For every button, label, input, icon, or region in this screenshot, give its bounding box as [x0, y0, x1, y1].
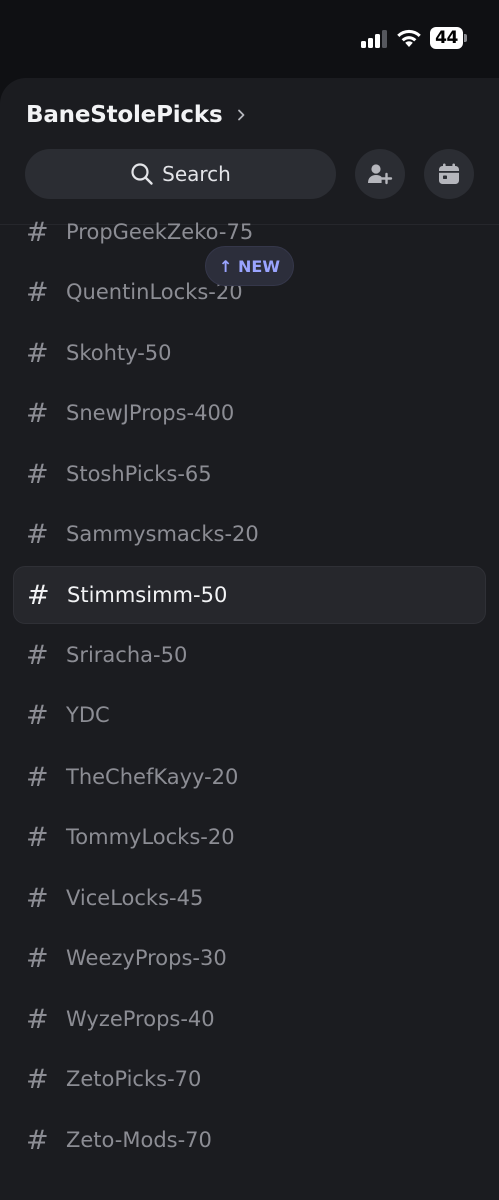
hashtag-icon: # — [26, 458, 49, 490]
channel-name: ViceLocks-45 — [66, 886, 204, 910]
channel-item[interactable]: # SnewJProps-400 — [13, 384, 486, 442]
channel-name: Sammysmacks-20 — [66, 522, 259, 546]
channel-name: TommyLocks-20 — [66, 825, 235, 849]
calendar-icon — [439, 163, 459, 184]
new-pill-label: ↑ NEW — [219, 256, 280, 276]
channel-item[interactable]: # Sammysmacks-20 — [13, 505, 486, 563]
channel-name: WyzeProps-40 — [66, 1007, 215, 1031]
channel-panel: BaneStolePicks Search # PropGeekZeko-75 … — [0, 78, 499, 1200]
hashtag-icon: # — [26, 942, 49, 974]
hashtag-icon: # — [26, 1124, 49, 1156]
channel-item[interactable]: # StoshPicks-65 — [13, 445, 486, 503]
channel-item[interactable]: # WeezyProps-30 — [13, 929, 486, 987]
hashtag-icon: # — [26, 699, 49, 731]
add-member-icon — [368, 164, 393, 185]
channel-item[interactable]: # WyzeProps-40 — [13, 990, 486, 1048]
hashtag-icon: # — [26, 397, 49, 429]
search-icon — [131, 163, 153, 185]
channel-item[interactable]: # ViceLocks-45 — [13, 869, 486, 927]
channel-item-selected[interactable]: # Stimmsimm-50 — [13, 566, 486, 624]
status-bar: 44 — [0, 0, 499, 78]
hashtag-icon: # — [26, 1003, 49, 1035]
channel-name: WeezyProps-30 — [66, 946, 227, 970]
channel-name: StoshPicks-65 — [66, 462, 212, 486]
channel-name: Skohty-50 — [66, 341, 172, 365]
hashtag-icon: # — [26, 639, 49, 671]
hashtag-icon: # — [26, 882, 49, 914]
server-header[interactable]: BaneStolePicks — [26, 102, 246, 128]
invite-members-button[interactable] — [355, 149, 405, 199]
chevron-right-icon — [238, 109, 245, 121]
channel-item[interactable]: # TommyLocks-20 — [13, 808, 486, 866]
channel-name: TheChefKayy-20 — [66, 765, 239, 789]
battery-level: 44 — [430, 27, 463, 49]
cellular-signal-icon — [361, 30, 387, 48]
battery-icon: 44 — [430, 27, 468, 49]
server-name: BaneStolePicks — [26, 102, 223, 128]
channel-name: Stimmsimm-50 — [67, 583, 228, 607]
wifi-icon — [397, 29, 421, 47]
search-label: Search — [162, 162, 231, 186]
search-button[interactable]: Search — [25, 149, 336, 199]
hashtag-icon: # — [26, 276, 49, 308]
channel-item[interactable]: # Skohty-50 — [13, 324, 486, 382]
hashtag-icon: # — [26, 821, 49, 853]
hashtag-icon: # — [27, 579, 50, 611]
new-messages-pill[interactable]: ↑ NEW — [205, 246, 294, 286]
hashtag-icon: # — [26, 761, 49, 793]
channel-item[interactable]: # Sriracha-50 — [13, 626, 486, 684]
channel-name: ZetoPicks-70 — [66, 1067, 202, 1091]
channel-item[interactable]: # ZetoPicks-70 — [13, 1050, 486, 1108]
events-button[interactable] — [424, 149, 474, 199]
channel-name: YDC — [66, 703, 110, 727]
channel-name: Sriracha-50 — [66, 643, 188, 667]
channel-item[interactable]: # TheChefKayy-20 — [13, 748, 486, 806]
channel-item[interactable]: # YDC — [13, 686, 486, 744]
channel-name: PropGeekZeko-75 — [66, 220, 254, 244]
hashtag-icon: # — [26, 518, 49, 550]
hashtag-icon: # — [26, 337, 49, 369]
channel-name: Zeto-Mods-70 — [66, 1128, 212, 1152]
channel-item[interactable]: # Zeto-Mods-70 — [13, 1111, 486, 1169]
hashtag-icon: # — [26, 216, 49, 248]
channel-name: SnewJProps-400 — [66, 401, 235, 425]
hashtag-icon: # — [26, 1063, 49, 1095]
